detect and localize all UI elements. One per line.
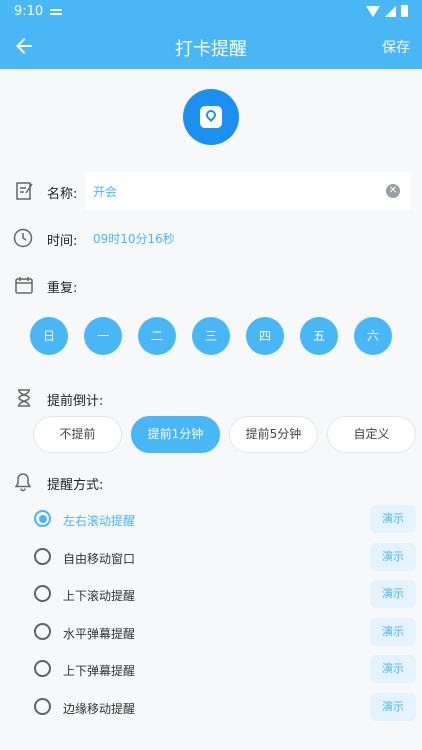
- method-option-label: 上下弹幕提醒: [63, 664, 136, 678]
- method-option-label: 左右滚动提醒: [63, 514, 136, 528]
- radio-unselected[interactable]: [34, 623, 51, 640]
- name-input[interactable]: 开会 ✕: [85, 172, 411, 210]
- day-wednesday[interactable]: 三: [192, 317, 230, 355]
- radio-unselected[interactable]: [34, 660, 51, 677]
- reminder-logo: [183, 89, 239, 145]
- method-option-label: 自由移动窗口: [63, 552, 136, 566]
- method-option[interactable]: 水平弹幕提醒 演示: [0, 617, 422, 647]
- page-title: 打卡提醒: [175, 39, 247, 60]
- day-tuesday[interactable]: 二: [138, 317, 176, 355]
- method-option[interactable]: 上下弹幕提醒 演示: [0, 654, 422, 684]
- method-option[interactable]: 边缘移动提醒 演示: [0, 692, 422, 722]
- method-option-label: 水平弹幕提醒: [63, 627, 136, 641]
- demo-button[interactable]: 演示: [370, 655, 416, 683]
- bell-icon: [14, 473, 32, 492]
- app-bar: 打卡提醒 保存: [0, 24, 422, 69]
- radio-selected[interactable]: [34, 510, 51, 527]
- notification-icon: [50, 9, 62, 15]
- status-time: 9:10: [14, 4, 44, 19]
- day-friday[interactable]: 五: [300, 317, 338, 355]
- time-value[interactable]: 09时10分16秒: [93, 230, 175, 247]
- demo-button[interactable]: 演示: [370, 618, 416, 646]
- day-thursday[interactable]: 四: [246, 317, 284, 355]
- signal-icon: [385, 5, 396, 17]
- battery-icon: [401, 5, 408, 17]
- wifi-icon: [366, 5, 380, 17]
- time-label: 时间:: [47, 234, 78, 249]
- demo-button[interactable]: 演示: [370, 543, 416, 571]
- day-monday[interactable]: 一: [84, 317, 122, 355]
- method-option-label: 上下滚动提醒: [63, 589, 136, 603]
- radio-unselected[interactable]: [34, 585, 51, 602]
- radio-unselected[interactable]: [34, 698, 51, 715]
- day-saturday[interactable]: 六: [354, 317, 392, 355]
- demo-button[interactable]: 演示: [370, 580, 416, 608]
- repeat-label: 重复:: [47, 281, 78, 296]
- method-label: 提醒方式:: [47, 478, 104, 493]
- radio-unselected[interactable]: [34, 548, 51, 565]
- countdown-option-custom[interactable]: 自定义: [327, 416, 416, 453]
- method-option[interactable]: 上下滚动提醒 演示: [0, 579, 422, 609]
- method-option[interactable]: 左右滚动提醒 演示: [0, 504, 422, 534]
- name-value[interactable]: 开会: [93, 183, 117, 200]
- method-option[interactable]: 自由移动窗口 演示: [0, 542, 422, 572]
- demo-button[interactable]: 演示: [370, 505, 416, 533]
- countdown-option-1min[interactable]: 提前1分钟: [131, 416, 220, 453]
- countdown-option-none[interactable]: 不提前: [33, 416, 122, 453]
- status-icons: [366, 5, 408, 17]
- clear-icon[interactable]: ✕: [386, 184, 400, 198]
- edit-note-icon: [16, 182, 33, 200]
- save-button[interactable]: 保存: [382, 37, 410, 57]
- hourglass-icon: [18, 389, 30, 407]
- countdown-option-5min[interactable]: 提前5分钟: [229, 416, 318, 453]
- location-pin-icon: [200, 106, 222, 128]
- status-bar: 9:10: [0, 0, 422, 24]
- countdown-label: 提前倒计:: [47, 394, 104, 409]
- method-option-label: 边缘移动提醒: [63, 702, 136, 716]
- name-label: 名称:: [47, 187, 78, 202]
- calendar-icon: [15, 277, 33, 294]
- clock-icon: [13, 228, 33, 248]
- day-sunday[interactable]: 日: [30, 317, 68, 355]
- demo-button[interactable]: 演示: [370, 693, 416, 721]
